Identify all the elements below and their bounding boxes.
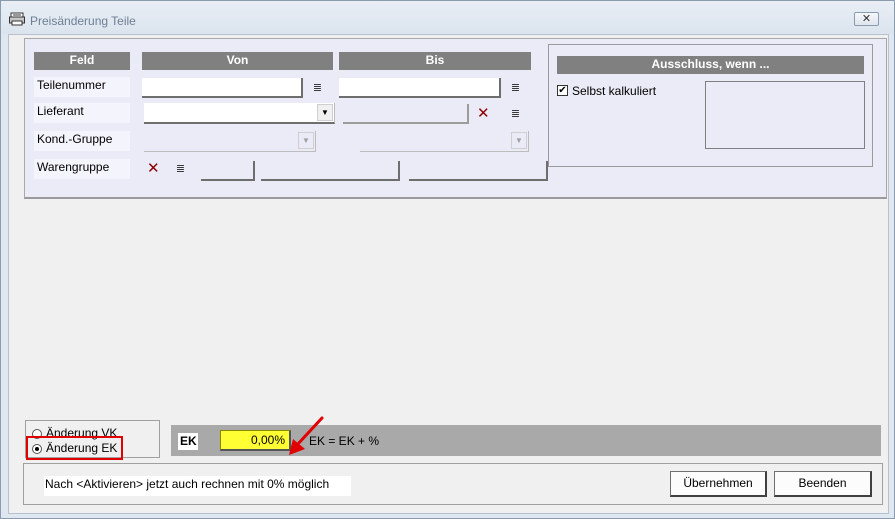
- label-warengruppe: Warengruppe: [34, 159, 130, 179]
- ek-bar: EK 0,00% EK = EK + %: [171, 425, 881, 456]
- list-icon[interactable]: ≣: [510, 83, 521, 94]
- status-bar: Nach <Aktivieren> jetzt auch rechnen mit…: [23, 463, 883, 505]
- chevron-down-icon[interactable]: ▼: [317, 104, 333, 121]
- chevron-down-icon[interactable]: ▼: [298, 132, 314, 149]
- ek-label: EK: [178, 433, 198, 450]
- teilenummer-bis-field[interactable]: [339, 78, 501, 98]
- label-lieferant: Lieferant: [34, 103, 130, 123]
- ek-percent-input[interactable]: 0,00%: [220, 430, 291, 451]
- selbst-kalkuliert-checkbox[interactable]: ✔: [557, 85, 568, 96]
- header-ausschluss: Ausschluss, wenn ...: [557, 56, 864, 74]
- close-button[interactable]: ✕: [854, 12, 879, 26]
- label-teilenummer: Teilenummer: [34, 77, 130, 97]
- list-icon[interactable]: ≣: [510, 109, 521, 120]
- warengruppe-field-1[interactable]: [201, 161, 255, 181]
- list-icon[interactable]: ≣: [312, 83, 323, 94]
- warengruppe-field-3[interactable]: [409, 161, 548, 181]
- window-title: Preisänderung Teile: [30, 14, 136, 28]
- chevron-down-icon[interactable]: ▼: [511, 132, 527, 149]
- lieferant-von-dropdown[interactable]: ▼: [144, 103, 335, 124]
- clear-x-icon[interactable]: ✕: [477, 106, 490, 121]
- client-area: Feld Von Bis Teilenummer ≣ ≣ Lieferant ▼…: [8, 34, 889, 514]
- close-icon: ✕: [861, 13, 872, 25]
- filter-panel: Feld Von Bis Teilenummer ≣ ≣ Lieferant ▼…: [24, 38, 887, 199]
- annotation-arrow-icon: [289, 416, 324, 455]
- exclusion-list-box[interactable]: [705, 81, 865, 149]
- header-feld: Feld: [34, 52, 130, 70]
- label-kond-gruppe: Kond.-Gruppe: [34, 131, 130, 151]
- highlight-box: [26, 436, 123, 460]
- header-von: Von: [142, 52, 333, 70]
- beenden-button[interactable]: Beenden: [774, 471, 872, 497]
- selbst-kalkuliert-label: Selbst kalkuliert: [572, 84, 657, 98]
- lieferant-bis-field[interactable]: [343, 104, 469, 124]
- kond-gruppe-von-dropdown[interactable]: ▼: [144, 131, 316, 152]
- app-icon: [9, 12, 25, 26]
- exclusion-panel: Ausschluss, wenn ... ✔ Selbst kalkuliert: [548, 44, 873, 167]
- list-icon[interactable]: ≣: [175, 164, 186, 175]
- clear-x-icon[interactable]: ✕: [147, 161, 160, 176]
- dialog-window: Preisänderung Teile ✕ Feld Von Bis Teile…: [0, 0, 895, 519]
- status-text: Nach <Aktivieren> jetzt auch rechnen mit…: [44, 476, 351, 496]
- title-bar: Preisänderung Teile ✕: [1, 1, 894, 34]
- kond-gruppe-bis-dropdown[interactable]: ▼: [360, 131, 529, 152]
- header-bis: Bis: [339, 52, 531, 70]
- warengruppe-field-2[interactable]: [261, 161, 400, 181]
- teilenummer-von-field[interactable]: [142, 78, 303, 98]
- uebernehmen-button[interactable]: Übernehmen: [670, 471, 767, 497]
